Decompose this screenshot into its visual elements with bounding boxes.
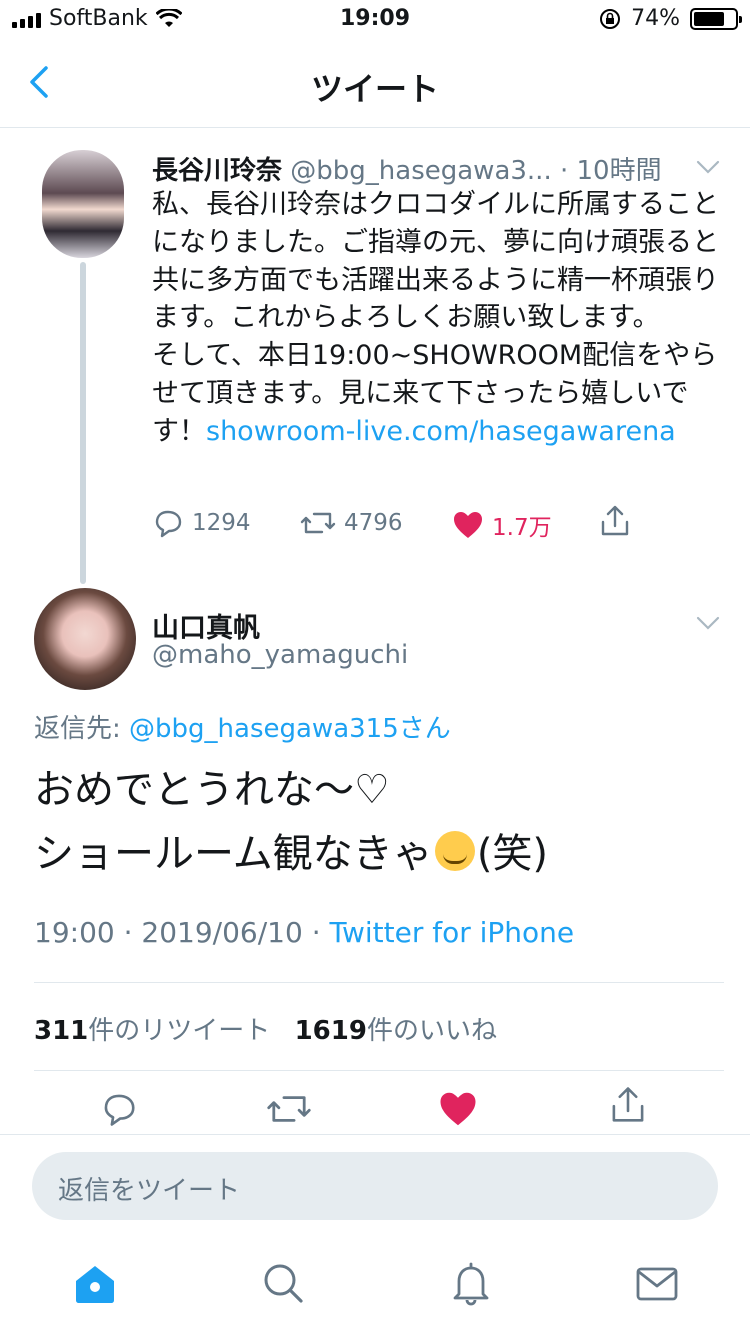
like-stat-label: 件のいいね	[366, 1016, 497, 1046]
reply-icon	[155, 510, 182, 538]
divider	[34, 1070, 724, 1071]
replying-to-link[interactable]: @bbg_hasegawa315さん	[129, 714, 451, 744]
replying-to: 返信先: @bbg_hasegawa315さん	[34, 708, 451, 745]
retweet-icon	[267, 1096, 311, 1122]
tab-bar	[0, 1250, 750, 1334]
chevron-down-icon	[696, 160, 720, 174]
status-bar: SoftBank 19:09 74%	[0, 0, 750, 40]
tweet-header: 長谷川玲奈 @bbg_hasegawa3... · 10時間	[152, 150, 712, 187]
tab-notifications[interactable]	[448, 1260, 496, 1308]
tweet-body: 私、長谷川玲奈はクロコダイルに所属することになりました。ご指導の元、夢に向け頑張…	[152, 189, 719, 447]
tab-home[interactable]	[72, 1260, 120, 1308]
tweet-meta: 19:00 · 2019/06/10 · Twitter for iPhone	[34, 916, 575, 949]
tweet-menu-button[interactable]	[696, 616, 720, 630]
avatar[interactable]	[42, 150, 124, 258]
tweet-source[interactable]: Twitter for iPhone	[330, 916, 575, 949]
tab-messages[interactable]	[634, 1260, 682, 1308]
divider	[0, 1134, 750, 1135]
like-button[interactable]: 1.7万	[452, 508, 552, 542]
reply-input[interactable]: 返信をツイート	[32, 1152, 718, 1220]
like-button[interactable]	[438, 1090, 478, 1128]
tweet-time: 19:00	[34, 916, 115, 949]
search-icon	[264, 1264, 303, 1303]
share-icon	[601, 505, 629, 536]
tweet-line-2-suffix: (笑)	[476, 831, 549, 877]
smiling-face-emoji-icon	[434, 831, 475, 871]
tweet-line-2-text: ショールーム観なきゃ	[34, 831, 433, 877]
battery-percent: 74%	[631, 6, 680, 31]
user-handle[interactable]: @bbg_hasegawa3...	[290, 156, 551, 186]
retweet-total: 311	[34, 1016, 89, 1046]
retweet-icon	[300, 512, 336, 534]
time-separator: ·	[551, 156, 577, 186]
tweet-text: 私、長谷川玲奈はクロコダイルに所属することになりました。ご指導の元、夢に向け頑張…	[152, 186, 722, 451]
retweet-button[interactable]	[266, 1090, 312, 1128]
like-total: 1619	[294, 1016, 367, 1046]
tweet-actions	[0, 1087, 750, 1138]
chevron-down-icon	[696, 616, 720, 630]
heart-filled-icon	[454, 512, 482, 538]
like-count: 1.7万	[492, 515, 552, 541]
rotation-lock-icon	[599, 8, 621, 30]
divider	[34, 982, 724, 983]
tweet-text: おめでとうれな〜♡ ショールーム観なきゃ (笑)	[34, 758, 548, 886]
retweet-stat[interactable]: 311件のリツイート	[34, 1016, 270, 1046]
reply-button[interactable]	[100, 1090, 138, 1128]
like-stat[interactable]: 1619件のいいね	[295, 1016, 497, 1046]
share-button[interactable]	[598, 504, 632, 538]
tab-search[interactable]	[260, 1260, 308, 1308]
reply-placeholder: 返信をツイート	[58, 1176, 241, 1206]
status-right: 74%	[599, 6, 742, 31]
avatar[interactable]	[34, 588, 136, 690]
battery-icon	[690, 7, 742, 30]
share-button[interactable]	[608, 1084, 648, 1126]
reply-button[interactable]: 1294	[152, 508, 251, 538]
tweet-line-2: ショールーム観なきゃ (笑)	[34, 822, 548, 886]
heart-filled-icon	[440, 1092, 476, 1126]
retweet-button[interactable]: 4796	[300, 508, 403, 538]
bell-icon	[453, 1262, 489, 1306]
retweet-count: 4796	[344, 510, 403, 536]
page-title: ツイート	[310, 70, 439, 108]
tweet-actions: 1294 4796 1.7万	[152, 505, 642, 548]
navigation-bar: ツイート	[0, 40, 750, 128]
reply-count: 1294	[192, 510, 251, 536]
replying-label: 返信先:	[34, 714, 130, 744]
tweet-time: 10時間	[576, 156, 662, 186]
user-handle[interactable]: @maho_yamaguchi	[152, 640, 408, 670]
tweet-date: 2019/06/10	[141, 916, 303, 949]
tweet-link[interactable]: showroom-live.com/hasegawarena	[206, 416, 676, 447]
tweet-line-1: おめでとうれな〜♡	[34, 767, 390, 813]
reply-icon	[104, 1094, 135, 1126]
thread-connector	[80, 262, 86, 584]
tweet-stats: 311件のリツイート 1619件のいいね	[34, 1010, 497, 1047]
envelope-icon	[636, 1267, 678, 1301]
display-name[interactable]: 長谷川玲奈	[152, 156, 282, 186]
retweet-stat-label: 件のリツイート	[88, 1016, 271, 1046]
home-icon	[76, 1266, 114, 1303]
tweet-menu-button[interactable]	[696, 160, 720, 174]
share-icon	[612, 1087, 644, 1122]
